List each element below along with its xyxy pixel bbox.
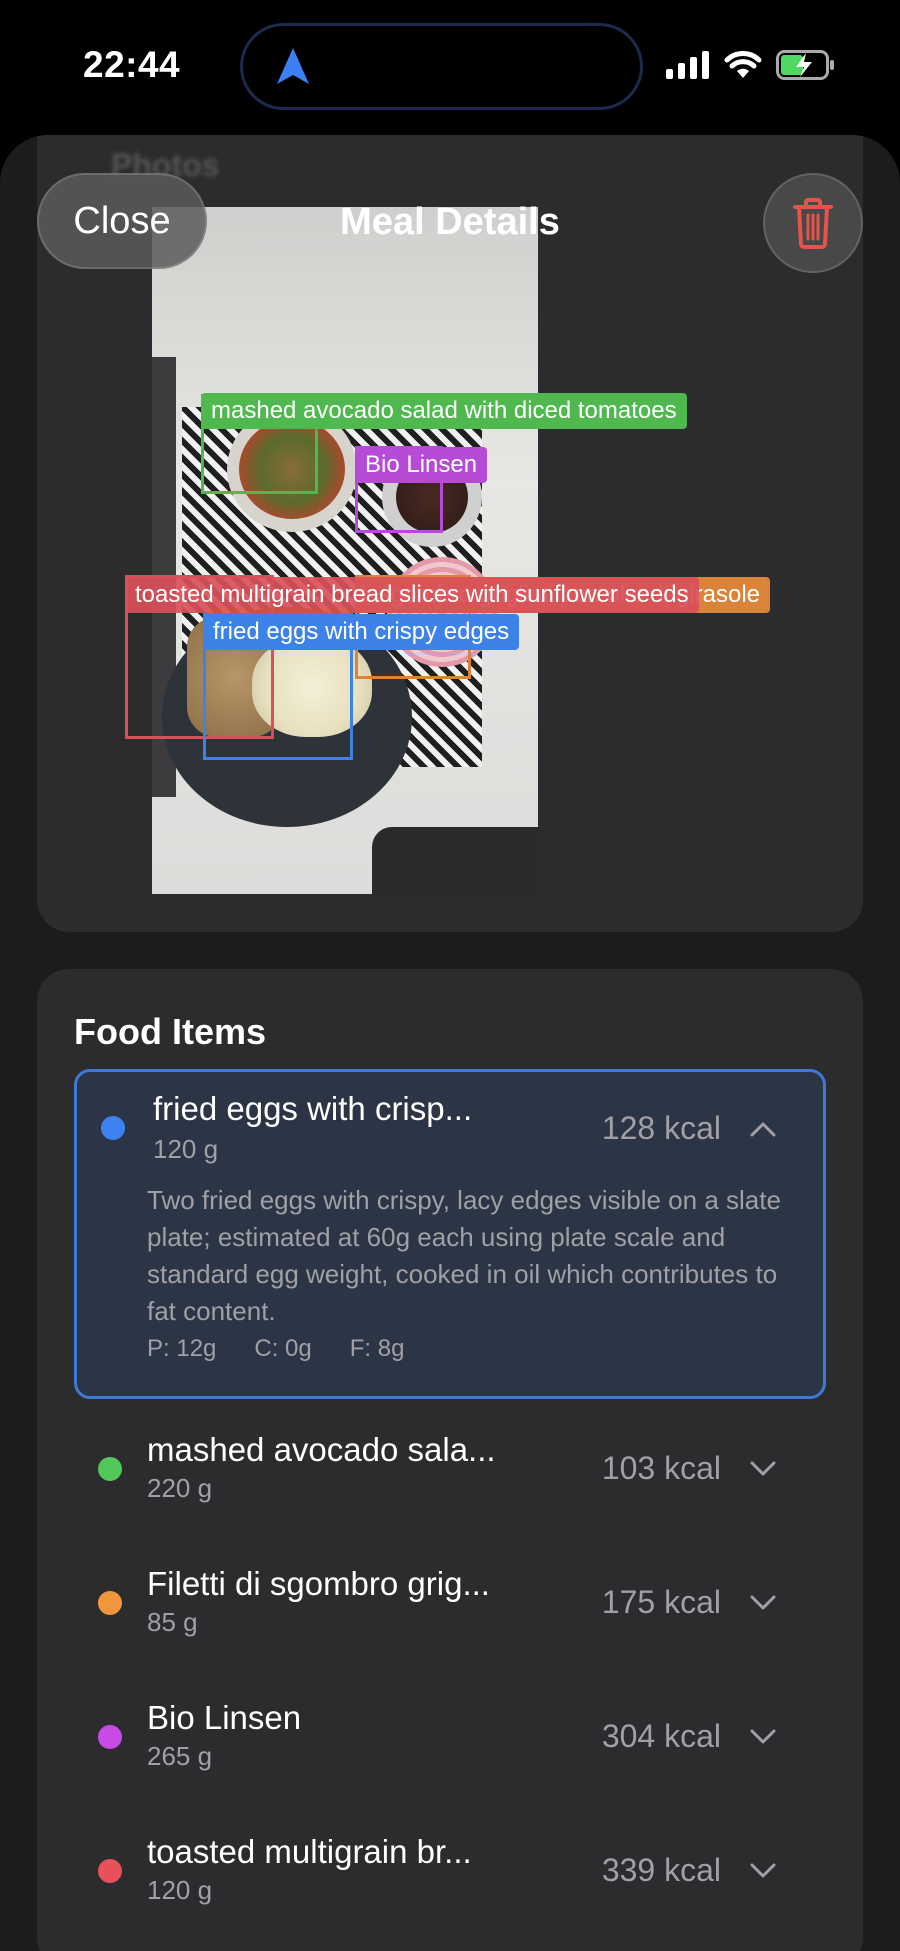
food-item-kcal: 175 kcal	[601, 1584, 721, 1620]
macros-row: P: 12g C: 0g F: 8g	[147, 1335, 404, 1363]
food-item-weight: 265 g	[147, 1741, 213, 1771]
detection-label-eggs: fried eggs with crispy edges	[203, 614, 520, 650]
status-bar: 22:44	[0, 0, 900, 135]
food-item-kcal: 304 kcal	[601, 1718, 721, 1754]
food-item-name: mashed avocado sala...	[147, 1431, 496, 1468]
chevron-down-icon[interactable]	[749, 1862, 777, 1880]
trash-icon	[793, 198, 833, 249]
carbs-value: C: 0g	[254, 1335, 312, 1362]
chevron-down-icon[interactable]	[749, 1460, 777, 1478]
meal-details-sheet: Photos mashed avocado salad with diced t…	[0, 135, 900, 1951]
navigation-arrow-icon	[277, 48, 309, 84]
fat-value: F: 8g	[349, 1335, 405, 1362]
status-time: 22:44	[83, 44, 181, 85]
food-item-kcal: 339 kcal	[601, 1852, 721, 1888]
food-item[interactable]: Bio Linsen 265 g 304 kcal	[74, 1685, 826, 1785]
food-item[interactable]: toasted multigrain br... 120 g 339 kcal	[74, 1819, 826, 1919]
food-item-description: Two fried eggs with crispy, lacy edges v…	[147, 1185, 781, 1326]
food-item-weight: 85 g	[147, 1607, 198, 1637]
chevron-down-icon[interactable]	[749, 1728, 777, 1746]
detection-label-bread: toasted multigrain bread slices with sun…	[125, 577, 699, 613]
meal-photo[interactable]	[152, 207, 538, 894]
food-items-title: Food Items	[74, 1011, 267, 1052]
food-item-name: fried eggs with crisp...	[153, 1090, 473, 1127]
food-item-expanded[interactable]: fried eggs with crisp... 120 g 128 kcal …	[74, 1069, 826, 1399]
food-item-kcal: 128 kcal	[601, 1110, 721, 1146]
food-color-dot	[98, 1859, 122, 1883]
food-item-kcal: 103 kcal	[601, 1450, 721, 1486]
food-item-weight: 120 g	[147, 1875, 213, 1905]
protein-value: P: 12g	[147, 1335, 217, 1362]
delete-meal-button[interactable]	[763, 173, 863, 273]
detection-label-lentils: Bio Linsen	[355, 447, 488, 483]
food-color-dot	[101, 1116, 125, 1140]
food-item-weight: 120 g	[153, 1134, 219, 1164]
wifi-icon	[724, 51, 762, 78]
detection-label-avocado: mashed avocado salad with diced tomatoes	[201, 393, 687, 429]
battery-charging-icon	[776, 50, 834, 80]
food-item[interactable]: Filetti di sgombro grig... 85 g 175 kcal	[74, 1551, 826, 1651]
status-icons	[666, 50, 836, 80]
food-color-dot	[98, 1725, 122, 1749]
food-item-name: Filetti di sgombro grig...	[147, 1565, 490, 1602]
cellular-signal-icon	[666, 51, 709, 79]
chevron-down-icon[interactable]	[749, 1594, 777, 1612]
food-items-card: Food Items fried eggs with crisp... 120 …	[37, 969, 863, 1951]
chair	[372, 827, 538, 894]
chevron-up-icon[interactable]	[749, 1120, 777, 1138]
dynamic-island	[240, 23, 643, 110]
food-item-weight: 220 g	[147, 1473, 213, 1503]
food-item[interactable]: mashed avocado sala... 220 g 103 kcal	[74, 1417, 826, 1517]
food-color-dot	[98, 1457, 122, 1481]
food-color-dot	[98, 1591, 122, 1615]
food-item-name: toasted multigrain br...	[147, 1833, 472, 1870]
food-item-name: Bio Linsen	[147, 1699, 302, 1736]
